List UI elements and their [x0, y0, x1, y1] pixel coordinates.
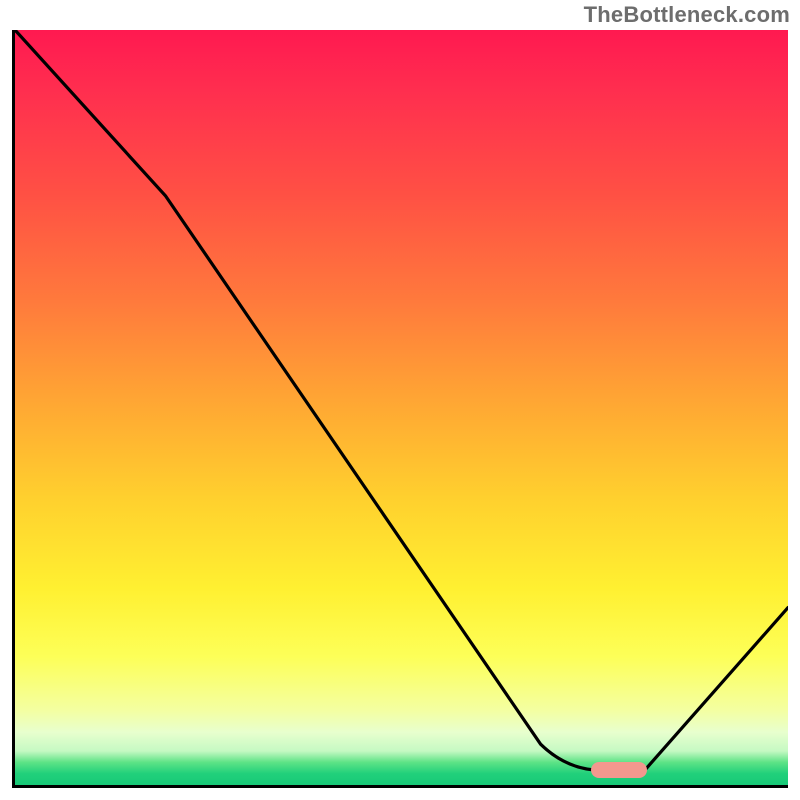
- optimal-range-marker: [591, 762, 647, 779]
- bottleneck-curve: [15, 30, 788, 785]
- watermark-label: TheBottleneck.com: [584, 2, 790, 28]
- plot-area: [12, 30, 788, 788]
- chart-container: TheBottleneck.com: [0, 0, 800, 800]
- curve-path: [15, 30, 788, 770]
